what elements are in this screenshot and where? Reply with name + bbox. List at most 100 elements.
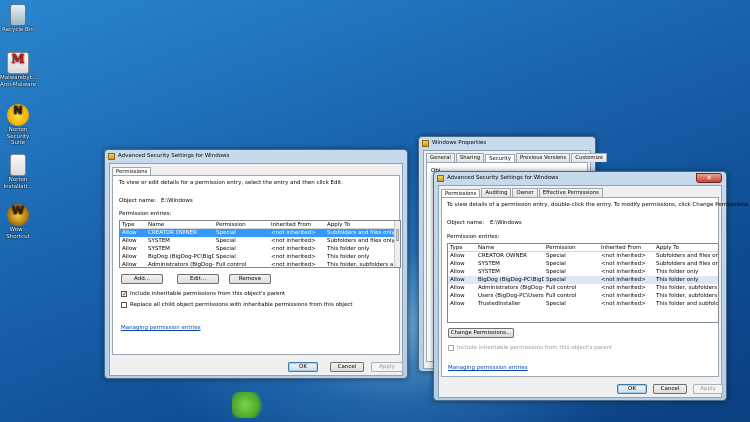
cell-type: Allow	[122, 262, 137, 268]
cell-type: Allow	[450, 285, 465, 291]
cell-name: SYSTEM	[478, 261, 500, 267]
tab-strip: Permissions	[110, 164, 402, 176]
table-row[interactable]: Allow BigDog (BigDog-PC\BigDog) Special …	[120, 253, 400, 261]
cell-permission: Special	[546, 253, 566, 259]
folder-icon	[108, 152, 115, 160]
column-header[interactable]: Name	[476, 245, 544, 251]
desktop-icon-norton-installation[interactable]: Norton Installati...	[0, 154, 36, 190]
column-header[interactable]: Type	[448, 245, 476, 251]
cell-apply-to: This folder only	[327, 246, 370, 252]
cell-permission: Special	[216, 230, 236, 236]
table-row[interactable]: Allow SYSTEM Special <not inherited> Thi…	[448, 268, 718, 276]
ok-button[interactable]: OK	[617, 384, 647, 394]
add-button[interactable]: Add...	[121, 274, 163, 284]
cell-type: Allow	[450, 293, 465, 299]
replace-child-permissions-checkbox[interactable]: Replace all child object permissions wit…	[121, 302, 353, 308]
windows-logo-fragment	[232, 392, 266, 418]
cell-apply-to: This folder only	[656, 277, 699, 283]
tab-general[interactable]: General	[426, 153, 455, 162]
malwarebytes-icon	[7, 52, 29, 74]
table-row[interactable]: Allow Administrators (BigDog-P... Full c…	[120, 261, 400, 268]
cell-permission: Special	[216, 254, 236, 260]
advanced-security-window-view: Advanced Security Settings for Windows ✕…	[433, 171, 749, 401]
cell-permission: Special	[546, 277, 566, 283]
cell-inherited: <not inherited>	[271, 230, 316, 236]
desktop-icon-label: Norton Installati...	[3, 177, 33, 190]
desktop-icon-norton-security[interactable]: Norton Security Suite	[0, 104, 36, 147]
column-header[interactable]: Permission	[544, 245, 599, 251]
managing-permission-entries-link[interactable]: Managing permission entries	[448, 365, 528, 371]
desktop-icon-recycle-bin[interactable]: Recycle Bin	[0, 4, 36, 34]
cell-inherited: <not inherited>	[601, 269, 646, 275]
table-row[interactable]: Allow TrustedInstaller Special <not inhe…	[448, 300, 718, 308]
column-header[interactable]: Inherited From	[599, 245, 654, 251]
tab-auditing[interactable]: Auditing	[481, 188, 512, 197]
cell-apply-to: This folder and subfolders	[656, 301, 718, 307]
edit-button[interactable]: Edit...	[177, 274, 219, 284]
tab-owner[interactable]: Owner	[512, 188, 538, 197]
cancel-button[interactable]: Cancel	[653, 384, 687, 394]
table-row[interactable]: Allow Administrators (BigDog-Pc... Full …	[448, 284, 718, 292]
close-button[interactable]: ✕	[696, 173, 722, 183]
cell-type: Allow	[450, 253, 465, 259]
table-row[interactable]: Allow SYSTEM Special <not inherited> Sub…	[120, 237, 400, 245]
include-inheritable-checkbox[interactable]: Include inheritable permissions from thi…	[448, 345, 612, 351]
permission-entries-list[interactable]: Type Name Permission Inherited From Appl…	[119, 220, 401, 268]
column-header[interactable]: Permission	[214, 222, 269, 228]
column-header[interactable]: Apply To	[654, 245, 718, 251]
cell-type: Allow	[450, 277, 465, 283]
desktop-icon-wow-shortcut[interactable]: Wow - Shortcut	[0, 204, 36, 240]
managing-permission-entries-link[interactable]: Managing permission entries	[121, 325, 201, 331]
permission-entries-list[interactable]: Type Name Permission Inherited From Appl…	[447, 243, 719, 323]
permissions-panel: To view details of a permission entry, d…	[441, 197, 749, 377]
cell-permission: Full control	[216, 262, 247, 268]
cell-type: Allow	[450, 261, 465, 267]
window-titlebar[interactable]: Advanced Security Settings for Windows	[105, 150, 407, 162]
window-client: Permissions To view or edit details for …	[109, 163, 403, 376]
column-header[interactable]: Name	[146, 222, 214, 228]
cell-name: SYSTEM	[148, 246, 170, 252]
apply-button[interactable]: Apply	[693, 384, 723, 394]
intro-text: To view details of a permission entry, d…	[447, 202, 750, 208]
tab-sharing[interactable]: Sharing	[455, 153, 485, 162]
tab-effective-permissions[interactable]: Effective Permissions	[538, 188, 603, 197]
scrollbar-thumb[interactable]	[396, 229, 399, 241]
cell-permission: Special	[546, 261, 566, 267]
window-client: Permissions Auditing Owner Effective Per…	[438, 185, 749, 398]
include-inheritable-checkbox[interactable]: ✓ Include inheritable permissions from t…	[121, 291, 286, 298]
file-icon	[10, 154, 26, 176]
checkbox-label: Include inheritable permissions from thi…	[130, 291, 286, 297]
cell-type: Allow	[122, 254, 137, 260]
checkbox-label: Replace all child object permissions wit…	[130, 302, 353, 308]
cell-name: TrustedInstaller	[478, 301, 521, 307]
cancel-button[interactable]: Cancel	[330, 362, 364, 372]
table-row[interactable]: Allow Users (BigDog-PC\Users) Full contr…	[448, 292, 718, 300]
column-header[interactable]: Inherited From	[269, 222, 325, 228]
intro-text: To view or edit details for a permission…	[119, 180, 343, 186]
cell-permission: Full control	[546, 285, 577, 291]
apply-button[interactable]: Apply	[371, 362, 403, 372]
list-header: Type Name Permission Inherited From Appl…	[448, 244, 718, 252]
table-row[interactable]: Allow CREATOR OWNER Special <not inherit…	[120, 229, 400, 237]
tab-previous-versions[interactable]: Previous Versions	[515, 153, 571, 162]
remove-button[interactable]: Remove	[229, 274, 271, 284]
checkbox-checked-icon: ✓	[121, 291, 128, 298]
table-row[interactable]: Allow BigDog (BigDog-PC\BigD... Special …	[448, 276, 718, 284]
window-titlebar[interactable]: Advanced Security Settings for Windows	[434, 172, 726, 184]
object-name-value: E:\Windows	[161, 198, 193, 204]
window-title: Windows Properties	[432, 140, 487, 146]
cell-inherited: <not inherited>	[601, 301, 646, 307]
table-row[interactable]: Allow SYSTEM Special <not inherited> Thi…	[120, 245, 400, 253]
tab-customize[interactable]: Customize	[571, 153, 608, 162]
ok-button[interactable]: OK	[288, 362, 318, 372]
cell-type: Allow	[122, 246, 137, 252]
column-header[interactable]: Apply To	[325, 222, 395, 228]
table-row[interactable]: Allow SYSTEM Special <not inherited> Sub…	[448, 260, 718, 268]
column-header[interactable]: Type	[120, 222, 146, 228]
change-permissions-button[interactable]: Change Permissions...	[448, 328, 514, 338]
window-titlebar[interactable]: Windows Properties	[419, 137, 595, 149]
desktop-icon-malwarebytes[interactable]: Malwarebyt... Anti-Malware	[0, 52, 37, 88]
list-scrollbar[interactable]	[394, 221, 400, 267]
table-row[interactable]: Allow CREATOR OWNER Special <not inherit…	[448, 252, 718, 260]
wow-icon	[7, 204, 29, 226]
